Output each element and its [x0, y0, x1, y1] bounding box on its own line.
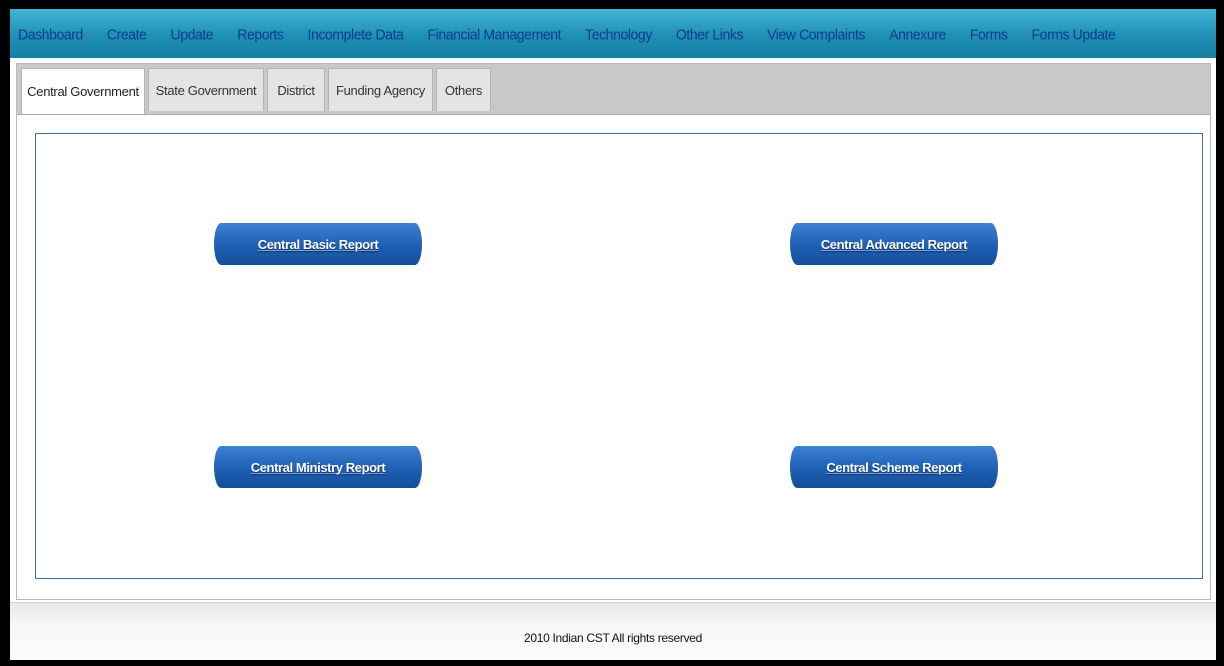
central-scheme-report-button[interactable]: Central Scheme Report — [790, 446, 998, 488]
tab-state-government[interactable]: State Government — [148, 68, 264, 111]
nav-incomplete-data[interactable]: Incomplete Data — [296, 25, 416, 42]
top-navigation: Dashboard Create Update Reports Incomple… — [10, 9, 1216, 58]
tab-others[interactable]: Others — [436, 68, 491, 111]
central-ministry-report-button[interactable]: Central Ministry Report — [214, 446, 422, 488]
central-basic-report-button[interactable]: Central Basic Report — [214, 223, 422, 265]
tab-central-government[interactable]: Central Government — [21, 68, 145, 114]
tab-bar: Central Government State Government Dist… — [17, 64, 1210, 115]
nav-technology[interactable]: Technology — [573, 25, 664, 42]
copyright-text: 2010 Indian CST All rights reserved — [523, 631, 703, 645]
page-frame: Dashboard Create Update Reports Incomple… — [10, 9, 1216, 660]
page-footer: 2010 Indian CST All rights reserved — [10, 602, 1216, 660]
nav-annexure[interactable]: Annexure — [877, 25, 958, 42]
nav-reports[interactable]: Reports — [225, 25, 295, 42]
nav-update[interactable]: Update — [159, 25, 226, 42]
nav-financial-management[interactable]: Financial Management — [415, 25, 573, 42]
nav-dashboard[interactable]: Dashboard — [10, 25, 95, 42]
report-tab-panel: Central Government State Government Dist… — [16, 63, 1211, 600]
central-advanced-report-button[interactable]: Central Advanced Report — [790, 223, 998, 265]
nav-view-complaints[interactable]: View Complaints — [755, 25, 877, 42]
report-buttons-area: Central Basic Report Central Advanced Re… — [35, 133, 1203, 579]
nav-create[interactable]: Create — [95, 25, 159, 42]
nav-forms[interactable]: Forms — [958, 25, 1020, 42]
nav-other-links[interactable]: Other Links — [664, 25, 755, 42]
tab-funding-agency[interactable]: Funding Agency — [328, 68, 433, 111]
nav-forms-update[interactable]: Forms Update — [1020, 25, 1128, 42]
tab-district[interactable]: District — [267, 68, 325, 111]
